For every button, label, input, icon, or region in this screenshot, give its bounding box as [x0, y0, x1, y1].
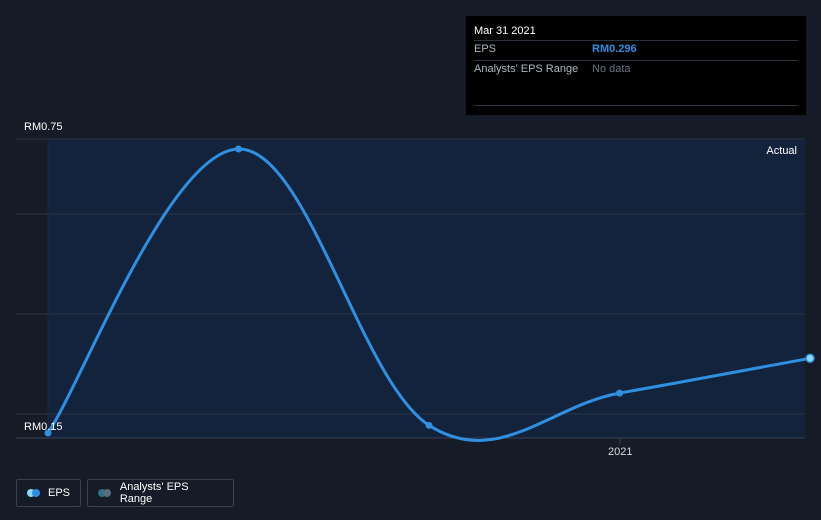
- plot-area: [48, 139, 805, 438]
- tooltip-range-label: Analysts' EPS Range: [474, 63, 579, 75]
- tooltip-eps-value: RM0.296: [592, 43, 637, 55]
- legend-range-label: Analysts' EPS Range: [119, 481, 189, 505]
- eps-chart-widget: RM0.75 RM0.15 Actual 2021 Mar 31 2021 EP…: [0, 0, 821, 520]
- analyst-range-legend-icon: [98, 489, 112, 497]
- eps-data-point[interactable]: [805, 353, 815, 364]
- tooltip-range-row: Analysts' EPS Range No data: [474, 60, 798, 78]
- eps-data-point[interactable]: [235, 145, 242, 153]
- hover-tooltip: Mar 31 2021 EPS RM0.296 Analysts' EPS Ra…: [466, 16, 806, 115]
- eps-data-point[interactable]: [425, 421, 433, 429]
- y-axis-bottom-label: RM0.15: [24, 421, 63, 433]
- legend-eps-label: EPS: [47, 487, 70, 499]
- eps-legend-icon: [27, 489, 40, 497]
- actual-region-label: Actual: [766, 145, 797, 157]
- tooltip-eps-label: EPS: [474, 43, 497, 55]
- eps-data-point[interactable]: [616, 389, 623, 397]
- tooltip-date: Mar 31 2021: [474, 25, 536, 37]
- tooltip-range-value: No data: [592, 63, 631, 75]
- tooltip-divider: [474, 105, 798, 106]
- tooltip-eps-row: EPS RM0.296: [474, 40, 798, 58]
- legend-eps-toggle[interactable]: EPS: [16, 479, 81, 507]
- x-tick-label-2021: 2021: [608, 446, 633, 458]
- y-axis-top-label: RM0.75: [24, 121, 63, 133]
- legend-analyst-range-toggle[interactable]: Analysts' EPS Range: [87, 479, 234, 507]
